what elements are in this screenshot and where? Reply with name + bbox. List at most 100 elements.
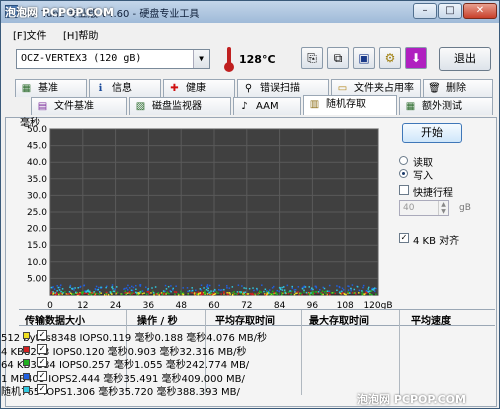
data-point: [132, 286, 135, 289]
data-point: [301, 287, 304, 290]
read-radio-dot[interactable]: [399, 156, 408, 165]
data-point: [116, 291, 119, 294]
data-point: [351, 284, 354, 286]
y-tick-label: 10.0: [27, 258, 47, 268]
data-point: [257, 293, 259, 295]
data-point: [281, 286, 283, 289]
trash-icon: 🗑: [428, 83, 441, 94]
data-point: [64, 291, 66, 293]
data-point: [175, 291, 178, 294]
data-point: [278, 286, 281, 289]
data-point: [56, 285, 58, 287]
tab-erase[interactable]: 🗑 删除: [423, 79, 493, 97]
exit-button[interactable]: 退出: [439, 47, 491, 71]
data-point: [276, 289, 279, 292]
data-point: [206, 285, 209, 287]
save-button[interactable]: ▣: [353, 47, 375, 69]
data-point: [375, 287, 377, 290]
series-checkbox[interactable]: ✓: [37, 343, 47, 354]
start-button[interactable]: 开始: [402, 123, 462, 143]
data-point: [338, 291, 341, 293]
copy-info-icon: ⎘: [307, 51, 317, 65]
drive-select[interactable]: OCZ-VERTEX3 (120 gB) ▼: [16, 49, 210, 69]
series-checkbox[interactable]: ✓: [37, 330, 47, 340]
data-point: [356, 285, 359, 288]
avg-speed-value: 388.393 MB/: [176, 387, 240, 398]
short-stroke-box[interactable]: [399, 185, 409, 195]
data-point: [287, 291, 290, 293]
watermark-top: 泡泡网 PCPOP.COM: [5, 6, 114, 19]
tab-benchmark[interactable]: ▦ 基准: [15, 79, 87, 97]
data-point: [272, 290, 274, 293]
random-access-chart: 50.045.040.035.030.025.020.015.010.05.00…: [20, 116, 393, 311]
data-point: [180, 293, 183, 295]
data-point: [281, 293, 283, 296]
series-color-swatch: [23, 345, 30, 353]
data-point: [273, 291, 276, 294]
speaker-icon: ♪: [241, 101, 248, 112]
data-point: [150, 292, 152, 294]
header-transfer-size: 传输数据大小: [25, 316, 85, 327]
options-button[interactable]: ⚙: [379, 47, 401, 69]
app-window: HD Tune 专业版 v4.60 - 硬盘专业工具 – □ ✕ 泡泡网 PCP…: [0, 0, 500, 409]
tab-random-access[interactable]: ▥ 随机存取: [303, 95, 397, 115]
data-point: [152, 290, 154, 293]
data-point: [220, 293, 222, 295]
max-access-value: 35.720 毫秒: [118, 387, 177, 398]
data-point: [115, 286, 118, 288]
spinner-arrows-icon[interactable]: ▲ ▼: [438, 201, 448, 215]
data-point: [130, 289, 133, 292]
data-point: [303, 289, 305, 292]
data-point: [371, 288, 374, 291]
tab-file-benchmark[interactable]: ▤ 文件基准: [31, 97, 127, 115]
series-checkbox[interactable]: ✓: [37, 384, 47, 394]
tab-label: 文件基准: [54, 101, 94, 112]
data-point: [218, 284, 220, 287]
write-radio-dot[interactable]: [399, 169, 408, 178]
data-point: [267, 291, 270, 294]
data-point: [251, 292, 254, 295]
menu-help[interactable]: [H]帮助: [63, 27, 98, 42]
data-point: [322, 293, 324, 296]
data-point: [73, 293, 75, 295]
chevron-down-icon[interactable]: ▼: [193, 50, 209, 68]
data-point: [162, 290, 165, 292]
data-point: [229, 293, 231, 295]
data-point: [271, 293, 274, 296]
tab-health[interactable]: ✚ 健康: [163, 79, 235, 97]
download-button[interactable]: ⬇: [405, 47, 427, 69]
data-point: [139, 285, 142, 287]
close-button[interactable]: ✕: [463, 3, 497, 19]
series-checkbox[interactable]: ✓: [37, 370, 47, 381]
align-4kb-box[interactable]: ✓: [399, 233, 409, 243]
data-point: [94, 288, 97, 290]
tab-disk-monitor[interactable]: ▧ 磁盘监视器: [129, 97, 231, 115]
data-point: [252, 287, 254, 289]
copy-info-button[interactable]: ⎘: [301, 47, 323, 69]
short-stroke-spinner[interactable]: 40 ▲ ▼: [399, 200, 449, 216]
tab-extra-tests[interactable]: ▦ 额外测试: [399, 97, 493, 115]
data-point: [182, 292, 184, 294]
data-point: [347, 289, 350, 291]
tab-label: 信息: [112, 83, 132, 94]
data-point: [237, 284, 240, 286]
data-point: [350, 289, 352, 292]
menu-file[interactable]: [F]文件: [13, 27, 47, 42]
maximize-button[interactable]: □: [438, 3, 462, 19]
data-point: [341, 287, 344, 290]
temperature-readout: 128°C: [239, 53, 276, 66]
copy-screenshot-button[interactable]: ⧉: [327, 47, 349, 69]
data-point: [208, 291, 211, 294]
data-point: [319, 289, 321, 291]
minimize-button[interactable]: –: [413, 3, 437, 19]
data-point: [303, 291, 305, 293]
data-point: [281, 292, 283, 294]
series-checkbox[interactable]: ✓: [37, 357, 47, 367]
data-point: [165, 288, 168, 290]
data-point: [342, 289, 345, 291]
short-stroke-label: 快捷行程: [413, 188, 453, 199]
data-point: [177, 293, 179, 295]
tab-info[interactable]: ℹ 信息: [89, 79, 161, 97]
tab-aam[interactable]: ♪ AAM: [233, 97, 301, 115]
data-point: [287, 293, 290, 295]
